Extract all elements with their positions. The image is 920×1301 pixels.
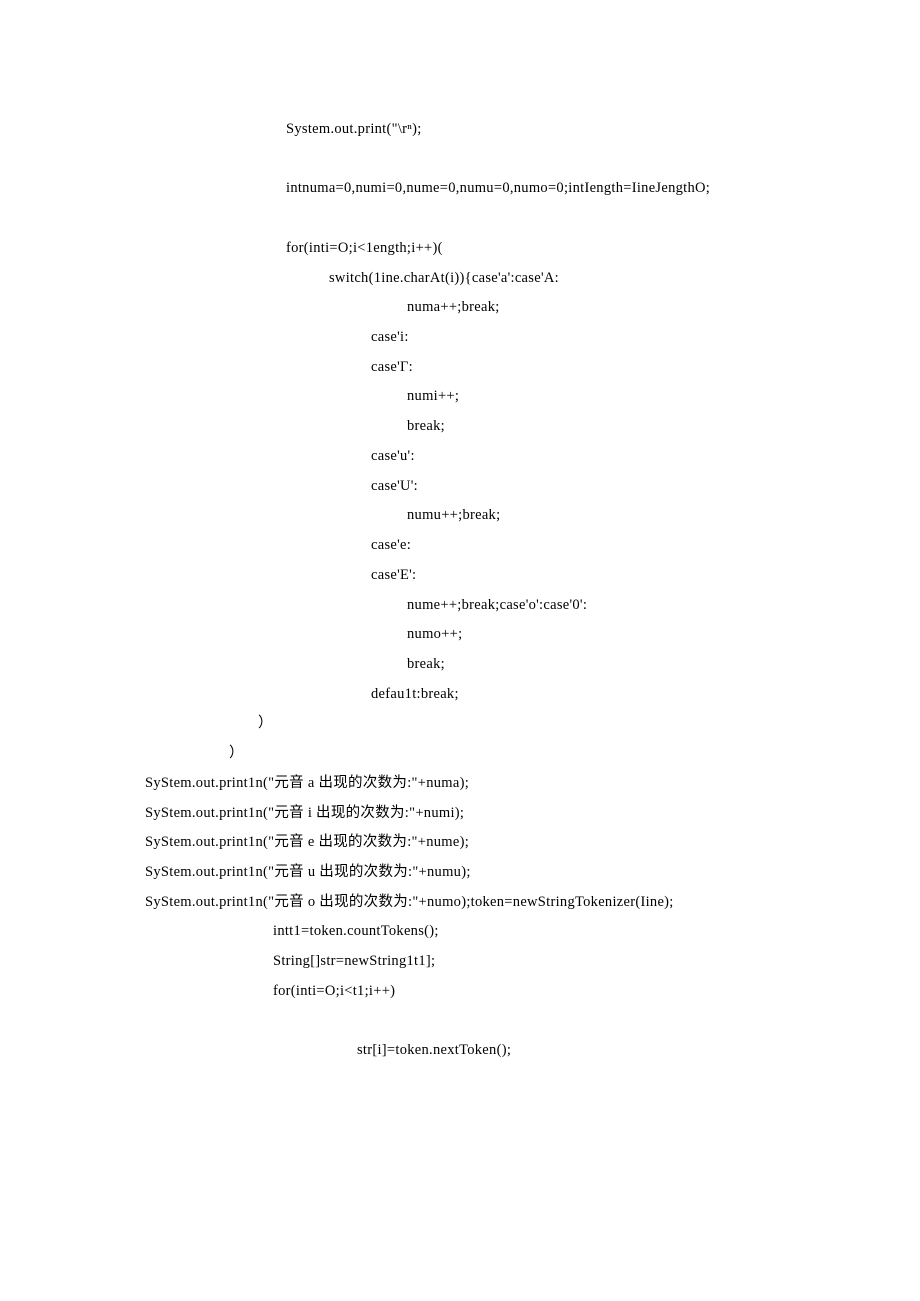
code-line: case'E': <box>145 561 920 591</box>
code-line: SyStem.out.print1n("元音 o 出现的次数为:"+numo);… <box>145 888 920 918</box>
code-line: ） <box>145 739 920 769</box>
code-line: break; <box>145 650 920 680</box>
code-line: switch(1ine.charAt(i)){case'a':case'A: <box>145 264 920 294</box>
code-line: case'U': <box>145 472 920 502</box>
code-line: ） <box>145 709 920 739</box>
code-line: System.out.print("\rⁿ); <box>145 115 920 145</box>
code-line: SyStem.out.print1n("元音 a 出现的次数为:"+numa); <box>145 769 920 799</box>
code-line: case'i: <box>145 323 920 353</box>
code-line: intt1=token.countTokens(); <box>145 917 920 947</box>
code-line: nume++;break;case'o':case'0': <box>145 591 920 621</box>
code-line: str[i]=token.nextToken(); <box>145 1036 920 1066</box>
code-line: break; <box>145 412 920 442</box>
code-line: numa++;break; <box>145 293 920 323</box>
code-line: case'Γ: <box>145 353 920 383</box>
code-line: SyStem.out.print1n("元音 i 出现的次数为:"+numi); <box>145 799 920 829</box>
code-line: case'e: <box>145 531 920 561</box>
code-line: SyStem.out.print1n("元音 u 出现的次数为:"+numu); <box>145 858 920 888</box>
blank-line <box>145 204 920 234</box>
code-page: System.out.print("\rⁿ); intnuma=0,numi=0… <box>0 0 920 1301</box>
code-line: for(inti=O;i<1ength;i++)( <box>145 234 920 264</box>
code-line: numu++;break; <box>145 501 920 531</box>
code-line: SyStem.out.print1n("元音 e 出现的次数为:"+nume); <box>145 828 920 858</box>
code-line: for(inti=O;i<t1;i++) <box>145 977 920 1007</box>
code-line: numi++; <box>145 382 920 412</box>
code-line: case'u': <box>145 442 920 472</box>
code-line: defau1t:break; <box>145 680 920 710</box>
code-line: numo++; <box>145 620 920 650</box>
blank-line <box>145 1007 920 1037</box>
code-line: intnuma=0,numi=0,nume=0,numu=0,numo=0;in… <box>145 174 920 204</box>
blank-line <box>145 145 920 175</box>
code-line: String[]str=newString1t1]; <box>145 947 920 977</box>
